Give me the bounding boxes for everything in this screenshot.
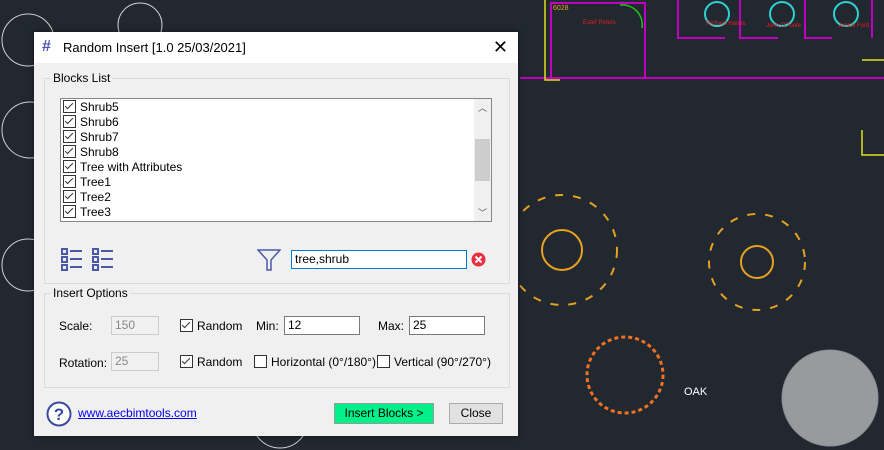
rotation-input[interactable]: 25: [111, 352, 159, 371]
list-item[interactable]: Tree3: [63, 205, 111, 220]
checkbox[interactable]: [63, 100, 76, 113]
rotation-label: Rotation:: [59, 356, 108, 370]
item-label: Shrub6: [80, 115, 119, 129]
random-label: Random: [197, 355, 243, 369]
item-label: Tree with Attributes: [80, 160, 183, 174]
min-input[interactable]: 12: [284, 316, 360, 335]
scale-random-checkbox[interactable]: Random: [180, 319, 242, 333]
item-label: Tree1: [80, 175, 111, 189]
item-label: Tree2: [80, 190, 111, 204]
checkbox[interactable]: [377, 355, 390, 368]
list-item[interactable]: Shrub5: [63, 100, 119, 115]
list-item[interactable]: Shrub8: [63, 145, 119, 160]
title-bar: # Random Insert [1.0 25/03/2021] ✕: [34, 32, 518, 63]
item-label: Shrub5: [80, 100, 119, 114]
cad-name: John O'Toole: [766, 23, 801, 29]
list-item[interactable]: Tree with Attributes: [63, 160, 182, 175]
cad-name: Janice Ford: [838, 23, 869, 29]
max-input[interactable]: 25: [409, 316, 485, 335]
checkbox[interactable]: [180, 319, 193, 332]
checkbox[interactable]: [63, 175, 76, 188]
list-item[interactable]: Tree2: [63, 190, 111, 205]
scroll-down-icon[interactable]: ﹀: [478, 206, 487, 219]
uncheck-all-icon[interactable]: [92, 248, 114, 272]
room-tag: 6028: [553, 5, 569, 12]
max-label: Max:: [378, 319, 405, 333]
close-icon[interactable]: ✕: [493, 37, 508, 58]
horizontal-checkbox[interactable]: Horizontal (0°/180°): [254, 355, 376, 369]
item-label: Shrub7: [80, 130, 119, 144]
insert-options-group: Insert Options: [44, 286, 510, 388]
vertical-checkbox[interactable]: Vertical (90°/270°): [377, 355, 491, 369]
checkbox[interactable]: [63, 205, 76, 218]
cad-name: Richard Hanes: [706, 21, 746, 27]
filter-icon: [257, 249, 281, 271]
random-label: Random: [197, 319, 243, 333]
blocks-list[interactable]: Shrub5 Shrub6 Shrub7 Shrub8 Tree with At…: [60, 98, 492, 222]
scale-label: Scale:: [59, 319, 93, 333]
filter-input[interactable]: tree,shrub: [291, 250, 467, 269]
list-item[interactable]: Shrub6: [63, 115, 119, 130]
list-item[interactable]: Shrub7: [63, 130, 119, 145]
checkbox[interactable]: [254, 355, 267, 368]
group-label: Blocks List: [51, 71, 113, 85]
min-label: Min:: [256, 319, 279, 333]
scroll-up-icon[interactable]: ︿: [478, 101, 487, 114]
random-insert-dialog: # Random Insert [1.0 25/03/2021] ✕ Block…: [34, 32, 518, 436]
close-button[interactable]: Close: [449, 403, 503, 424]
list-item[interactable]: Tree1: [63, 175, 111, 190]
item-label: Tree3: [80, 205, 111, 219]
clear-filter-icon[interactable]: [471, 252, 486, 267]
svg-text:?: ?: [54, 405, 64, 424]
oak-label: OAK: [684, 386, 708, 398]
checkbox[interactable]: [63, 130, 76, 143]
scale-input[interactable]: 150: [111, 316, 159, 335]
website-link[interactable]: www.aecbimtools.com: [78, 406, 197, 420]
vertical-label: Vertical (90°/270°): [394, 355, 491, 369]
check-all-icon[interactable]: [61, 248, 83, 272]
app-icon: #: [42, 38, 51, 55]
help-icon[interactable]: ?: [46, 401, 72, 427]
checkbox[interactable]: [63, 190, 76, 203]
item-label: Shrub8: [80, 145, 119, 159]
dialog-title: Random Insert [1.0 25/03/2021]: [63, 40, 246, 55]
scroll-thumb[interactable]: [475, 139, 490, 181]
checkbox[interactable]: [180, 355, 193, 368]
horizontal-label: Horizontal (0°/180°): [271, 355, 376, 369]
checkbox[interactable]: [63, 145, 76, 158]
checkbox[interactable]: [63, 160, 76, 173]
cad-name: Estef Peters: [583, 20, 616, 26]
checkbox[interactable]: [63, 115, 76, 128]
rotation-random-checkbox[interactable]: Random: [180, 355, 242, 369]
scrollbar[interactable]: ︿ ﹀: [474, 99, 491, 221]
group-label: Insert Options: [51, 286, 130, 300]
insert-blocks-button[interactable]: Insert Blocks >: [334, 403, 434, 424]
